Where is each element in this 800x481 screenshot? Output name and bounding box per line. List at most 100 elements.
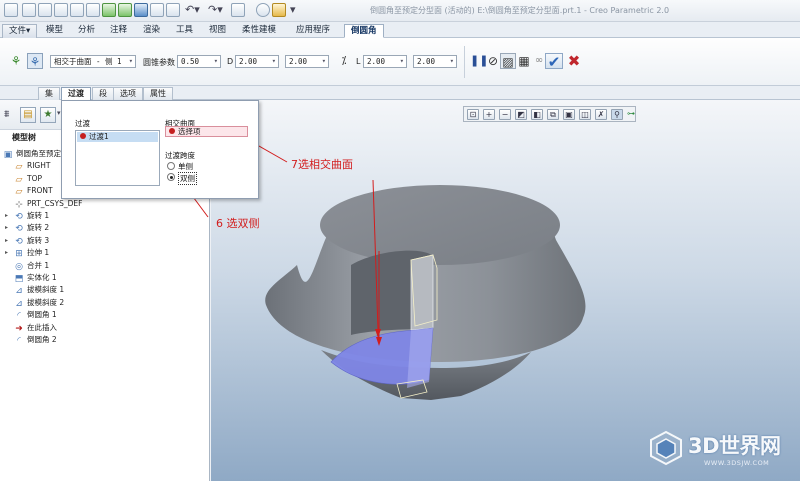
model-tree-item-label: RIGHT	[27, 161, 51, 171]
settings-icon[interactable]	[256, 3, 270, 17]
model-tree-item[interactable]: ▱ FRONT	[14, 185, 53, 197]
copy-icon[interactable]	[86, 3, 100, 17]
model-tree-item-label: 拔模斜度 1	[27, 285, 65, 295]
regenerate-icon[interactable]	[102, 3, 116, 17]
apply-check-icon[interactable]: ✔	[545, 53, 563, 70]
undo-icon[interactable]: ↶▾	[185, 3, 200, 17]
model-tree-tab-icon[interactable]: ⩩	[4, 109, 9, 120]
model-tree-item[interactable]: ◜ 倒圆角 2	[14, 334, 56, 346]
model-tree-item[interactable]: ▸ ⟲ 旋转 1	[5, 210, 49, 222]
folder-icon[interactable]	[272, 3, 286, 17]
model-tree-item[interactable]: ⊿ 拔模斜度 1	[14, 284, 64, 296]
two-sided-radio[interactable]	[167, 173, 175, 181]
tab-applications[interactable]: 应用程序	[290, 24, 336, 38]
model-tree-item[interactable]: ➜ 在此插入	[14, 322, 57, 334]
l2-value: 2.00	[417, 57, 436, 66]
tab-round[interactable]: 倒圆角	[344, 24, 384, 38]
verify-mode-icon[interactable]: ▦	[516, 53, 532, 69]
app-icon[interactable]	[4, 3, 18, 17]
l2-value-input[interactable]: 2.00 ▾	[413, 55, 457, 68]
watermark-cube-icon	[650, 430, 682, 466]
window-icon[interactable]	[118, 3, 132, 17]
solidify-icon: ⬒	[14, 274, 24, 284]
model-tree-item[interactable]: ⊿ 拔模斜度 2	[14, 297, 64, 309]
open-file-icon[interactable]	[38, 3, 52, 17]
model-tree-item[interactable]: ⊹ PRT_CSYS_DEF	[14, 198, 82, 210]
cancel-x-icon[interactable]: ✖	[566, 53, 582, 69]
tab-annotate[interactable]: 注释	[104, 24, 133, 38]
expand-arrow-icon[interactable]: ▸	[5, 235, 8, 247]
tab-properties[interactable]: 属性	[143, 87, 173, 100]
expand-arrow-icon[interactable]: ▸	[5, 247, 8, 259]
close-window-icon[interactable]	[166, 3, 180, 17]
new-file-icon[interactable]	[22, 3, 36, 17]
intersect-surface-collector[interactable]: 选择项	[165, 126, 248, 137]
transition-mode-icon[interactable]: ⚘	[27, 53, 43, 69]
model-tree-item[interactable]: ▸ ⊞ 拉伸 1	[5, 247, 49, 259]
flip-percent-icon[interactable]: ⁒	[336, 53, 352, 69]
set-mode-icon[interactable]: ⚘	[8, 53, 24, 69]
tab-transitions[interactable]: 过渡	[61, 87, 91, 101]
tab-pieces[interactable]: 段	[92, 87, 114, 100]
expand-arrow-icon[interactable]: ▸	[5, 222, 8, 234]
model-tree-item[interactable]: ▱ TOP	[14, 173, 42, 185]
model-tree-item[interactable]: ◜ 倒圆角 1	[14, 309, 57, 321]
transition-list-item[interactable]: 过渡1	[77, 132, 158, 142]
tab-render[interactable]: 渲染	[137, 24, 166, 38]
tab-sets[interactable]: 集	[38, 87, 60, 100]
d2-value-input[interactable]: 2.00 ▾	[285, 55, 329, 68]
single-side-radio[interactable]	[167, 162, 175, 170]
model-tree-item-label: FRONT	[27, 186, 53, 196]
view-manager-icon[interactable]	[231, 3, 245, 17]
save-icon[interactable]	[54, 3, 68, 17]
customize-toolbar-icon[interactable]: ▾	[290, 3, 296, 17]
draft-icon: ⊿	[15, 286, 23, 297]
annotation-step7: 7选相交曲面	[291, 158, 353, 171]
tab-flexible-modeling[interactable]: 柔性建模	[236, 24, 282, 38]
model-tree-item-label: 拔模斜度 2	[27, 297, 65, 307]
model-tree-item[interactable]: ◎ 合并 1	[14, 260, 49, 272]
cone-parameter-input[interactable]: 0.50 ▾	[177, 55, 221, 68]
tab-view[interactable]: 视图	[203, 24, 232, 38]
transition-type-select[interactable]: 相交于曲面 - 侧 1 ▾	[50, 55, 136, 68]
chevron-down-icon: ▾	[449, 57, 454, 65]
windows-list-icon[interactable]	[134, 3, 148, 17]
model-tree-item[interactable]: ▸ ⟲ 旋转 2	[5, 222, 49, 234]
model-tree-item-label: 合并 1	[27, 260, 50, 270]
top-face[interactable]	[320, 185, 560, 265]
model-tree-item[interactable]: ▸ ⟲ 旋转 3	[5, 235, 49, 247]
chevron-down-icon[interactable]: ▾	[57, 109, 61, 117]
cone-parameter-value: 0.50	[181, 57, 200, 66]
watermark-url: WWW.3DSJW.COM	[704, 459, 770, 467]
model-tree-item[interactable]: ▱ RIGHT	[14, 160, 51, 172]
round-icon: ◜	[17, 336, 21, 346]
redo-icon[interactable]: ↷▾	[208, 3, 223, 17]
model-tree-item[interactable]: ⬒ 实体化 1	[14, 272, 57, 284]
pause-icon[interactable]: ❚❚	[470, 53, 488, 69]
no-preview-icon[interactable]: ⊘	[485, 53, 501, 69]
folder-browser-icon[interactable]: ▤	[20, 107, 36, 123]
tab-tools[interactable]: 工具	[170, 24, 199, 38]
chevron-down-icon: ▾	[321, 57, 326, 65]
tab-analysis[interactable]: 分析	[72, 24, 101, 38]
grid-icon[interactable]	[150, 3, 164, 17]
d-value-input[interactable]: 2.00 ▾	[235, 55, 279, 68]
transitions-list[interactable]: 过渡1	[75, 130, 160, 186]
cone-parameter-label: 圆锥参数	[143, 58, 175, 67]
print-icon[interactable]	[70, 3, 84, 17]
tab-file[interactable]: 文件▾	[2, 24, 38, 38]
tab-model[interactable]: 模型	[40, 24, 69, 38]
chevron-down-icon: ▾	[213, 57, 218, 65]
favorites-icon[interactable]: ★	[40, 107, 56, 123]
expand-arrow-icon[interactable]: ▸	[5, 210, 8, 222]
model-tree-item-label: 倒圆角 1	[27, 310, 57, 320]
model-tree-header: 模型树	[12, 133, 36, 142]
preview-icon[interactable]: ▨	[500, 53, 516, 69]
model-tree-item[interactable]: ▣ 倒圆角至预定	[3, 148, 61, 160]
model-tree-item-label: 实体化 1	[27, 273, 57, 282]
tab-options[interactable]: 选项	[113, 87, 143, 100]
pending-dot-icon	[80, 133, 86, 139]
title-bar: ↶▾ ↷▾ ▾ 倒圆角至预定分型面 (活动的) E:\倒圆角至预定分型面.prt…	[0, 0, 800, 22]
l-value-input[interactable]: 2.00 ▾	[363, 55, 407, 68]
dashboard-sub-tabs: 集 过渡 段 选项 属性	[0, 86, 800, 101]
